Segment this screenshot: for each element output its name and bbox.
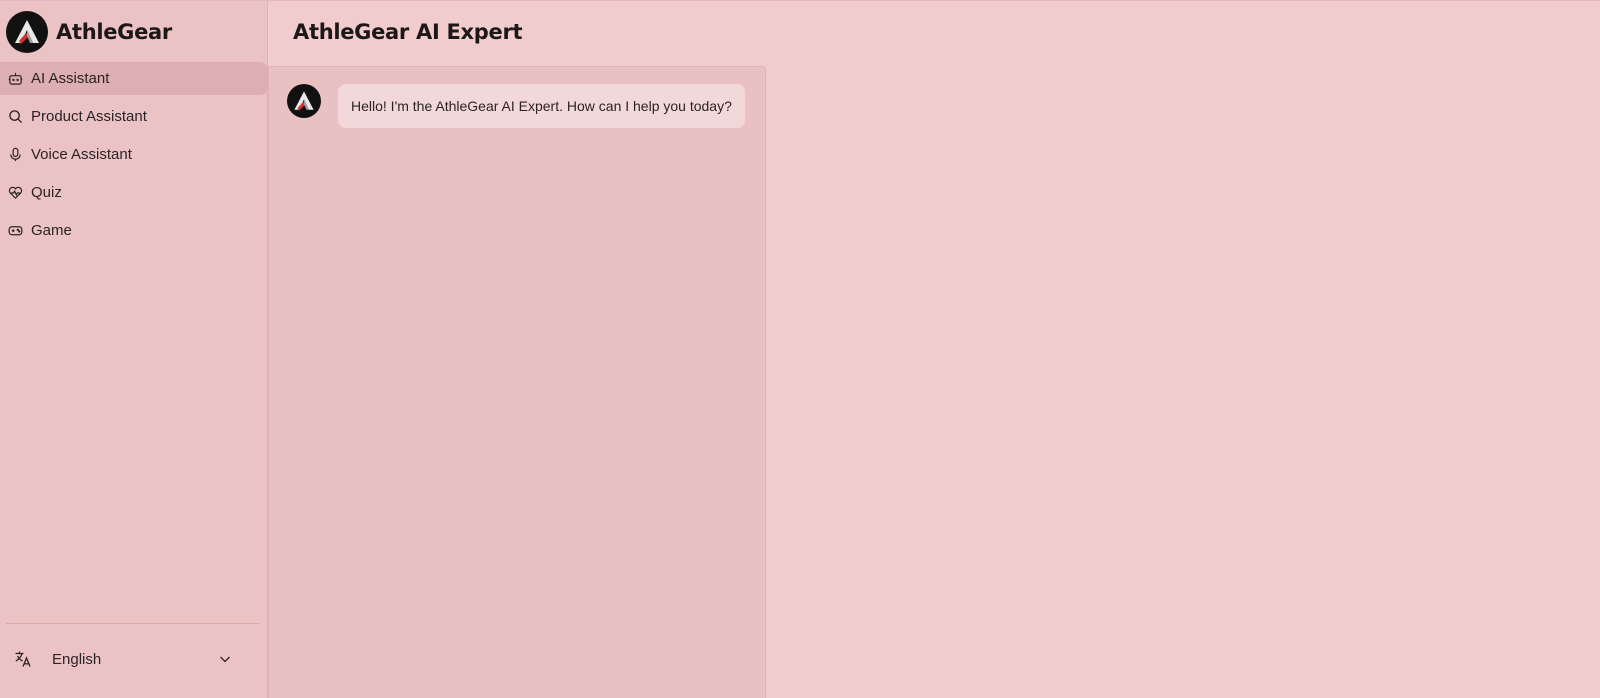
brand[interactable]: AthleGear	[6, 10, 172, 54]
chevron-down-icon	[218, 652, 232, 666]
language-selected: English	[52, 650, 102, 668]
sidebar-item-label: Quiz	[31, 184, 62, 201]
language-select[interactable]: English	[6, 641, 244, 677]
sidebar-item-product-assistant[interactable]: Product Assistant	[0, 100, 268, 133]
sidebar-item-label: Product Assistant	[31, 108, 147, 125]
microphone-icon	[8, 147, 23, 162]
search-icon	[8, 109, 23, 124]
sidebar-nav: AI Assistant Product Assistant Voice Ass…	[0, 62, 268, 252]
assistant-avatar	[287, 84, 321, 118]
sidebar-item-game[interactable]: Game	[0, 214, 268, 247]
app-window: AthleGear AI Assistant Product Assistant…	[0, 0, 1600, 698]
gamepad-icon	[8, 223, 23, 238]
message-bubble: Hello! I'm the AthleGear AI Expert. How …	[338, 84, 745, 128]
brand-name: AthleGear	[56, 20, 172, 44]
page-title: AthleGear AI Expert	[293, 20, 523, 44]
assistant-message: Hello! I'm the AthleGear AI Expert. How …	[287, 84, 745, 128]
athlegear-logo-icon	[6, 11, 48, 53]
sidebar-item-quiz[interactable]: Quiz	[0, 176, 268, 209]
chat-panel: Hello! I'm the AthleGear AI Expert. How …	[268, 66, 766, 698]
sidebar-item-voice-assistant[interactable]: Voice Assistant	[0, 138, 268, 171]
sidebar-item-label: AI Assistant	[31, 70, 110, 87]
heart-pulse-icon	[8, 185, 23, 200]
sidebar-divider	[6, 623, 259, 624]
main-header: AthleGear AI Expert	[268, 1, 1600, 65]
sidebar-item-label: Voice Assistant	[31, 146, 132, 163]
sidebar-item-ai-assistant[interactable]: AI Assistant	[0, 62, 268, 95]
translate-icon	[14, 650, 32, 668]
robot-icon	[8, 71, 23, 86]
sidebar-item-label: Game	[31, 222, 72, 239]
sidebar: AthleGear AI Assistant Product Assistant…	[0, 1, 268, 698]
